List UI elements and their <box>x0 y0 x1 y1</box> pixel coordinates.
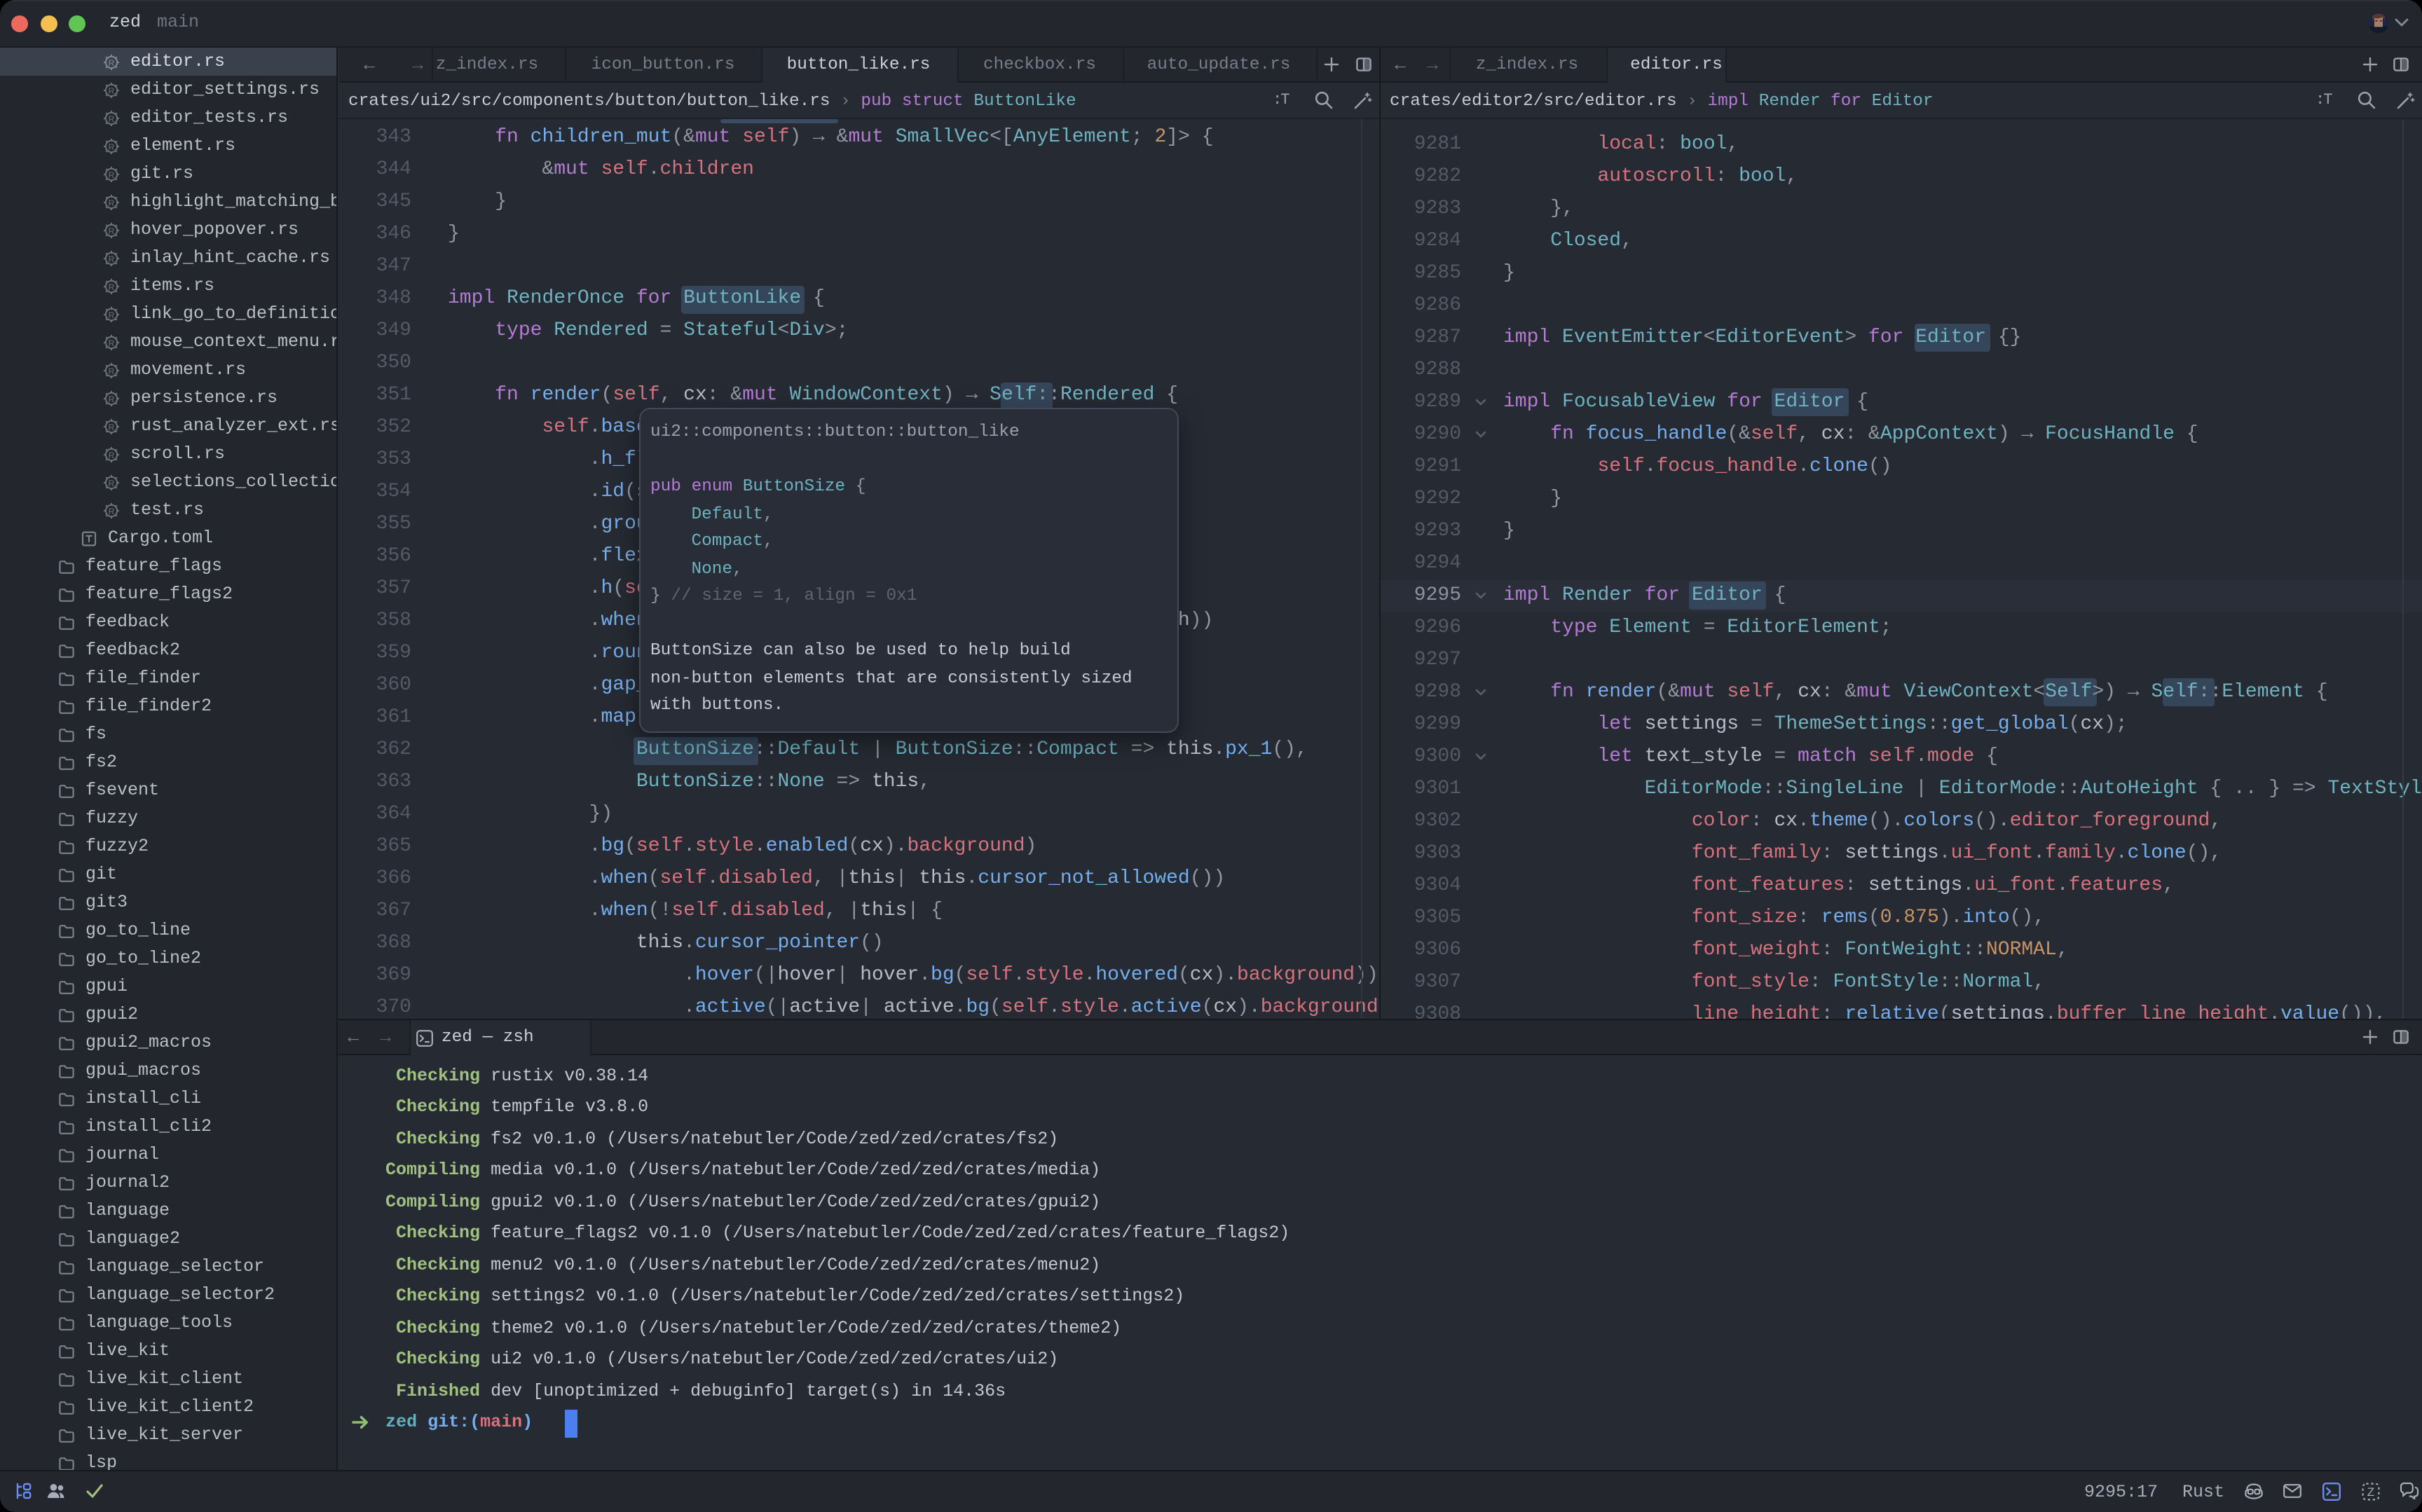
svg-text:R: R <box>109 198 115 207</box>
svg-text:R: R <box>109 338 115 348</box>
svg-text:Z: Z <box>2367 1485 2374 1499</box>
svg-text:R: R <box>109 506 115 516</box>
svg-text:R: R <box>109 282 115 291</box>
svg-text:R: R <box>109 85 115 95</box>
svg-text:R: R <box>109 366 115 376</box>
svg-text:R: R <box>109 310 115 319</box>
svg-text:R: R <box>109 142 115 151</box>
svg-text:R: R <box>109 57 115 67</box>
svg-text:R: R <box>109 422 115 432</box>
svg-text:R: R <box>109 478 115 488</box>
svg-text:R: R <box>109 114 115 123</box>
svg-text:R: R <box>109 254 115 263</box>
svg-text:R: R <box>109 170 115 179</box>
svg-text:R: R <box>109 450 115 460</box>
svg-text:R: R <box>109 394 115 404</box>
svg-text:R: R <box>109 226 115 235</box>
